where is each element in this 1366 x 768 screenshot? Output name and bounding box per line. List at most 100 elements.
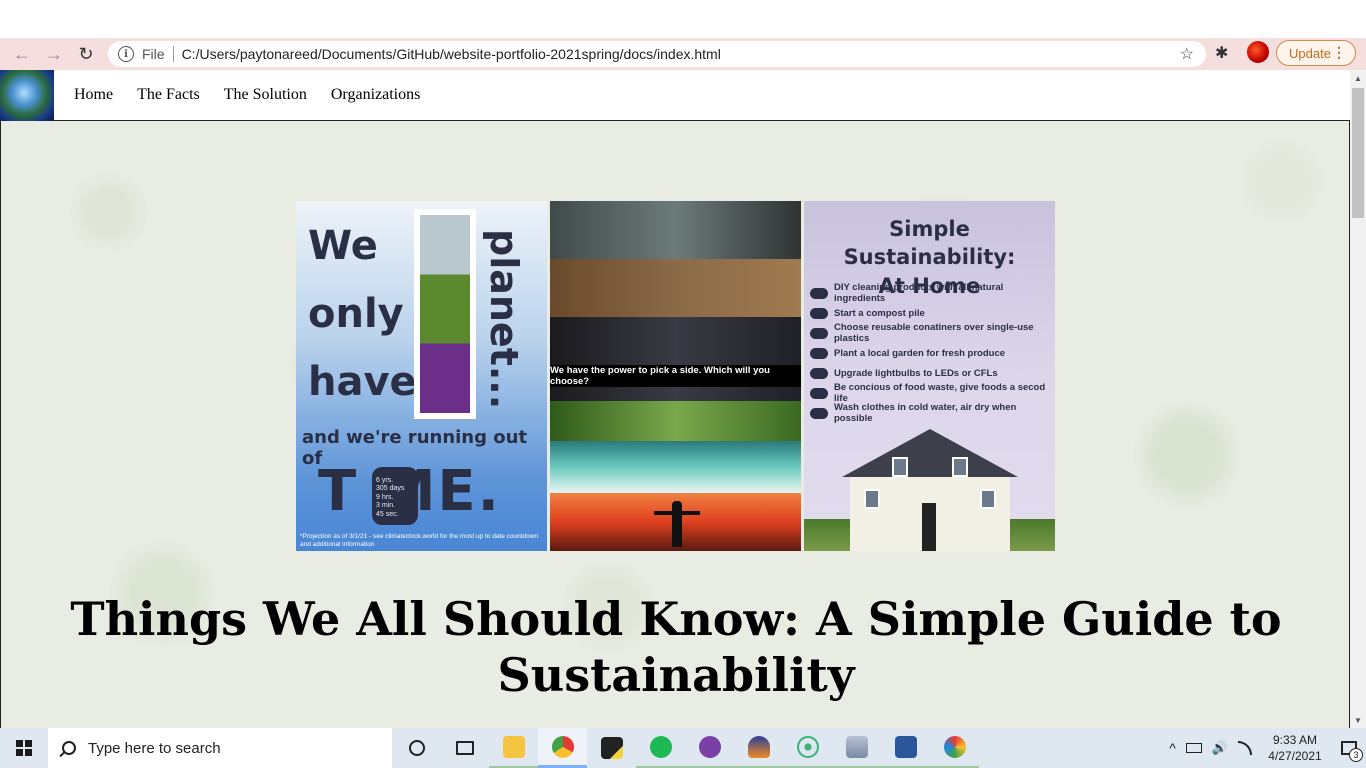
- headphones-icon: [747, 736, 770, 758]
- collage-smokestack-photo: [550, 259, 801, 317]
- poster-text-we: We: [308, 223, 378, 269]
- clock-time: 9:33 AM: [1272, 733, 1318, 747]
- browser-titlebar: [0, 0, 1366, 38]
- collage-forest-photo: [550, 401, 801, 441]
- taskbar-word[interactable]: [881, 728, 930, 768]
- task-view-icon: [455, 741, 474, 755]
- tip-text: Choose reusable conatiners over single-u…: [834, 322, 1034, 344]
- page-scrollbar[interactable]: ▲ ▼: [1350, 70, 1366, 728]
- url-separator: [172, 46, 174, 62]
- chrome-icon: [551, 735, 574, 758]
- earth-logo-icon[interactable]: [0, 70, 54, 121]
- start-button[interactable]: [0, 728, 48, 768]
- taskbar-audio-app[interactable]: [734, 728, 783, 768]
- scroll-up-arrow-icon[interactable]: ▲: [1350, 70, 1366, 86]
- action-center-button[interactable]: 3: [1332, 728, 1366, 768]
- cloud-icon: [810, 307, 828, 319]
- cortana-circle-icon: [408, 740, 425, 756]
- page-headline: Things We All Should Know: A Simple Guid…: [70, 592, 1282, 702]
- url-scheme: File: [142, 46, 165, 62]
- address-bar[interactable]: i File C:/Users/paytonareed/Documents/Gi…: [108, 41, 1206, 67]
- choose-side-collage: We have the power to pick a side. Which …: [550, 201, 801, 551]
- notification-count-badge: 3: [1349, 748, 1363, 762]
- update-label: Update: [1289, 45, 1331, 61]
- hero-section: We only have planet... and we're running…: [0, 121, 1350, 728]
- back-button[interactable]: ←: [6, 40, 38, 68]
- taskbar-photo-app[interactable]: [832, 728, 881, 768]
- show-hidden-icons-icon[interactable]: ^: [1169, 740, 1176, 756]
- browser-toolbar: ← → ↻ i File C:/Users/paytonareed/Docume…: [0, 38, 1366, 70]
- github-icon: [698, 736, 721, 758]
- tip-text: Be concious of food waste, give foods a …: [834, 382, 1046, 404]
- list-item: Choose reusable conatiners over single-u…: [810, 322, 1055, 344]
- house-illustration: [842, 429, 1018, 551]
- profile-avatar-icon[interactable]: [1247, 41, 1269, 63]
- scroll-down-arrow-icon[interactable]: ▼: [1350, 712, 1366, 728]
- watch-countdown-icon: 6 yrs. 305 days 9 hrs. 3 min. 45 sec.: [372, 467, 418, 525]
- taskbar-paint[interactable]: [930, 728, 979, 768]
- house-window: [952, 457, 968, 477]
- battery-icon[interactable]: [1185, 743, 1202, 753]
- house-window: [892, 457, 908, 477]
- number-one-graphic: [414, 209, 476, 419]
- nav-link-solution[interactable]: The Solution: [224, 86, 307, 104]
- house-roof: [842, 429, 1018, 477]
- taskbar-atom[interactable]: [783, 728, 832, 768]
- web-page: Home The Facts The Solution Organization…: [0, 70, 1350, 728]
- spotify-icon: [649, 736, 672, 758]
- taskbar-sticky-notes[interactable]: [587, 728, 636, 768]
- word-icon: [894, 736, 917, 758]
- taskbar-github-desktop[interactable]: [685, 728, 734, 768]
- forward-button[interactable]: →: [38, 40, 70, 68]
- cloud-icon: [810, 287, 828, 299]
- tips-list: DIY cleaning products with all natural i…: [810, 282, 1055, 424]
- silhouette-figure: [672, 501, 682, 547]
- poster-row: We only have planet... and we're running…: [296, 201, 1055, 551]
- poster-projection-note: *Projection as of 3/1/21 - see climatecl…: [300, 533, 539, 548]
- photos-icon: [845, 736, 868, 758]
- tip-text: Upgrade lightbulbs to LEDs or CFLs: [834, 367, 998, 379]
- search-icon: [62, 741, 76, 755]
- house-window: [980, 489, 996, 509]
- site-navbar: Home The Facts The Solution Organization…: [0, 70, 1350, 121]
- reload-button[interactable]: ↻: [70, 40, 102, 68]
- poster-text-planet: planet...: [482, 229, 526, 410]
- list-item: Plant a local garden for fresh produce: [810, 343, 1055, 363]
- system-tray: ^ 🔊 9:33 AM 4/27/2021 3: [1169, 728, 1366, 768]
- search-placeholder: Type here to search: [88, 739, 221, 757]
- list-item: Be concious of food waste, give foods a …: [810, 382, 1055, 404]
- sustainability-at-home-poster: Simple Sustainability: At Home DIY clean…: [804, 201, 1055, 551]
- nav-links: Home The Facts The Solution Organization…: [74, 86, 420, 104]
- cortana-button[interactable]: [392, 728, 441, 768]
- house-door: [922, 503, 936, 551]
- taskbar-file-explorer[interactable]: [489, 728, 538, 768]
- one-planet-poster: We only have planet... and we're running…: [296, 201, 547, 551]
- volume-icon[interactable]: 🔊: [1212, 740, 1228, 756]
- scrollbar-thumb[interactable]: [1352, 88, 1364, 218]
- tip-text: Start a compost pile: [834, 307, 925, 319]
- nav-link-facts[interactable]: The Facts: [137, 86, 200, 104]
- taskbar-spotify[interactable]: [636, 728, 685, 768]
- poster-text-have: have: [308, 359, 417, 405]
- taskbar-search-box[interactable]: Type here to search: [48, 728, 392, 768]
- paint-palette-icon: [943, 736, 966, 758]
- update-button[interactable]: Update ⋮: [1276, 40, 1356, 66]
- bookmark-star-icon[interactable]: ☆: [1180, 44, 1194, 64]
- cloud-icon: [810, 347, 828, 359]
- tip-text: Wash clothes in cold water, air dry when…: [834, 402, 1017, 424]
- nav-link-organizations[interactable]: Organizations: [331, 86, 420, 104]
- taskbar-chrome[interactable]: [538, 728, 587, 768]
- url-text[interactable]: C:/Users/paytonareed/Documents/GitHub/we…: [182, 46, 721, 62]
- taskbar-clock[interactable]: 9:33 AM 4/27/2021: [1258, 732, 1332, 764]
- more-menu-icon[interactable]: ⋮: [1332, 44, 1346, 61]
- info-icon[interactable]: i: [118, 46, 134, 62]
- wifi-icon[interactable]: [1238, 741, 1252, 755]
- task-view-button[interactable]: [440, 728, 489, 768]
- extensions-icon[interactable]: ✱: [1215, 43, 1228, 63]
- nav-link-home[interactable]: Home: [74, 86, 113, 104]
- cloud-icon: [810, 387, 828, 399]
- cloud-icon: [810, 407, 828, 419]
- list-item: DIY cleaning products with all natural i…: [810, 282, 1055, 304]
- collage-caption: We have the power to pick a side. Which …: [550, 365, 801, 387]
- house-window: [864, 489, 880, 509]
